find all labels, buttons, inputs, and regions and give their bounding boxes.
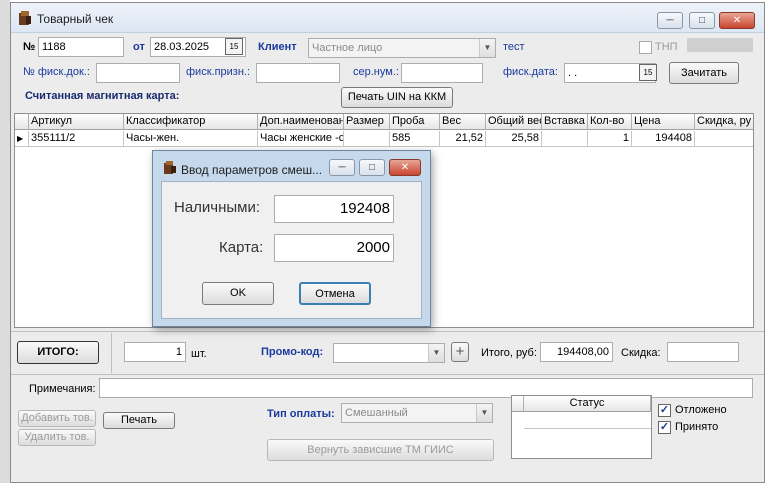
column-header[interactable]: Скидка, ру — [695, 114, 753, 130]
cash-field[interactable]: 192408 — [274, 195, 394, 223]
divider — [11, 331, 764, 332]
maximize-button[interactable]: □ — [359, 159, 385, 176]
payment-type-label: Тип оплаты: — [267, 408, 335, 420]
client-select[interactable]: Частное лицо — [308, 38, 496, 58]
cash-label: Наличными: — [174, 199, 261, 216]
calendar-icon[interactable]: 15 — [225, 38, 243, 55]
cancel-button[interactable]: Отмена — [299, 282, 371, 305]
card-field[interactable]: 2000 — [274, 234, 394, 262]
ser-num-field[interactable] — [401, 63, 483, 83]
column-header[interactable]: Общий вес — [486, 114, 542, 130]
delete-item-button[interactable]: Удалить тов. — [18, 429, 96, 446]
chevron-down-icon[interactable]: ▼ — [476, 404, 492, 422]
tnp-checkbox[interactable] — [639, 41, 652, 54]
table-cell[interactable] — [695, 131, 753, 147]
table-cell[interactable]: 194408 — [632, 131, 695, 147]
hidden-field — [687, 38, 753, 52]
column-header[interactable]: Размер — [344, 114, 390, 130]
payment-type-select[interactable]: Смешанный — [341, 403, 493, 423]
postponed-label: Отложено — [675, 404, 727, 416]
fisc-sign-label: фиск.призн.: — [186, 66, 251, 78]
accepted-checkbox[interactable]: ✓ — [658, 421, 671, 434]
return-gis-button[interactable]: Вернуть зависшие ТМ ГИИС — [267, 439, 494, 461]
number-field[interactable]: 1188 — [38, 37, 124, 57]
print-uin-button[interactable]: Печать UIN на ККМ — [341, 87, 453, 108]
fisc-doc-label: № фиск.док.: — [23, 66, 90, 78]
divider — [11, 374, 764, 375]
postponed-checkbox[interactable]: ✓ — [658, 404, 671, 417]
dialog-body: Наличными: 192408 Карта: 2000 OK Отмена — [161, 181, 422, 319]
table-cell[interactable]: 21,52 — [440, 131, 486, 147]
number-label: № — [23, 41, 36, 53]
table-cell[interactable]: 355111/2 — [29, 131, 124, 147]
mixed-payment-dialog: Ввод параметров смеш... ─ □ ✕ Наличными:… — [152, 150, 431, 327]
status-row[interactable] — [524, 413, 651, 429]
fisc-doc-field[interactable] — [96, 63, 180, 83]
qty-unit: шт. — [191, 348, 207, 360]
client-value: Частное лицо — [312, 42, 383, 54]
table-cell[interactable]: 585 — [390, 131, 440, 147]
notes-label: Примечания: — [29, 383, 96, 395]
minimize-button[interactable]: ─ — [657, 12, 683, 29]
promo-label: Промо-код: — [261, 346, 324, 358]
column-header[interactable]: Вставка — [542, 114, 588, 130]
total-rub-field[interactable]: 194408,00 — [540, 342, 613, 362]
background-window-edge — [0, 0, 10, 483]
print-button[interactable]: Печать — [103, 412, 175, 429]
title-bar: Товарный чек ─ □ ✕ — [11, 3, 764, 33]
add-promo-icon[interactable]: + — [451, 342, 469, 362]
column-header[interactable]: Кол-во — [588, 114, 632, 130]
qty-field[interactable]: 1 — [124, 342, 186, 362]
ser-num-label: сер.нум.: — [353, 66, 399, 78]
table-cell[interactable]: Часы женские -с — [258, 131, 344, 147]
chevron-down-icon[interactable]: ▼ — [428, 344, 444, 362]
fisc-date-label: фиск.дата: — [503, 66, 558, 78]
status-table: Статус — [511, 395, 652, 459]
column-header[interactable]: Проба — [390, 114, 440, 130]
ok-button[interactable]: OK — [202, 282, 274, 305]
column-header[interactable]: Доп.наименован — [258, 114, 344, 130]
column-header[interactable]: Артикул — [29, 114, 124, 130]
calendar-icon[interactable]: 15 — [639, 64, 657, 81]
total-rub-label: Итого, руб: — [481, 347, 537, 359]
close-button[interactable]: ✕ — [389, 159, 421, 176]
close-button[interactable]: ✕ — [719, 12, 755, 29]
table-cell[interactable]: 25,58 — [486, 131, 542, 147]
table-cell[interactable]: 1 — [588, 131, 632, 147]
row-indicator-header — [512, 396, 524, 412]
minimize-button[interactable]: ─ — [329, 159, 355, 176]
card-label: Карта: — [219, 239, 264, 256]
accepted-label: Принято — [675, 421, 719, 433]
date-label: от — [133, 41, 145, 53]
read-button[interactable]: Зачитать — [669, 62, 739, 84]
test-label: тест — [503, 41, 525, 53]
app-icon — [19, 11, 31, 25]
client-label: Клиент — [258, 41, 297, 53]
divider — [111, 333, 112, 373]
add-item-button[interactable]: Добавить тов. — [18, 410, 96, 427]
column-header[interactable]: Классификатор — [124, 114, 258, 130]
notes-field[interactable] — [99, 378, 753, 398]
dialog-title: Ввод параметров смеш... — [181, 163, 323, 177]
discount-field[interactable] — [667, 342, 739, 362]
status-header[interactable]: Статус — [524, 396, 651, 412]
row-indicator-icon[interactable]: ▶ — [15, 131, 29, 147]
table-cell[interactable] — [542, 131, 588, 147]
total-button[interactable]: ИТОГО: — [17, 341, 99, 364]
column-header[interactable]: Вес — [440, 114, 486, 130]
fisc-sign-field[interactable] — [256, 63, 340, 83]
column-header[interactable]: Цена — [632, 114, 695, 130]
chevron-down-icon[interactable]: ▼ — [479, 39, 495, 57]
window-title: Товарный чек — [37, 12, 114, 26]
row-indicator-header — [15, 114, 29, 130]
magcard-label: Считанная магнитная карта: — [25, 90, 180, 102]
maximize-button[interactable]: □ — [689, 12, 715, 29]
tnp-label: ТНП — [655, 41, 678, 53]
table-cell[interactable] — [344, 131, 390, 147]
app-icon — [164, 161, 176, 174]
table-cell[interactable]: Часы-жен. — [124, 131, 258, 147]
discount-label: Скидка: — [621, 347, 661, 359]
